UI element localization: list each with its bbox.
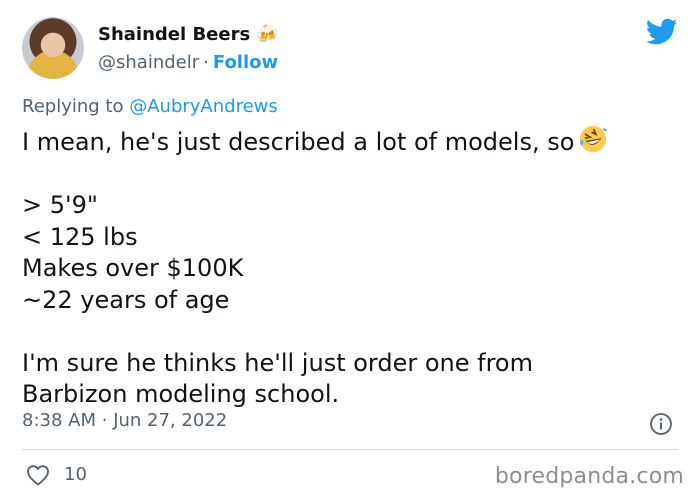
- tweet-time: 8:38 AM: [22, 410, 96, 431]
- twitter-bird-icon[interactable]: [646, 18, 678, 46]
- avatar[interactable]: [22, 17, 84, 79]
- tweet-line: Makes over $100K: [22, 254, 244, 282]
- watermark: boredpanda.com: [494, 464, 684, 489]
- author-name[interactable]: Shaindel Beers: [98, 24, 250, 45]
- tweet-line: ~22 years of age: [22, 285, 230, 314]
- author-handle[interactable]: @shaindelr: [98, 52, 199, 73]
- tweet-line: I'm sure he thinks he'll just order one …: [22, 348, 533, 377]
- tweet-text: I mean, he's just described a lot of mod…: [22, 124, 682, 411]
- tweet-line: [22, 159, 682, 191]
- tweet-line: [22, 316, 682, 348]
- divider: [22, 449, 678, 450]
- tweet-line: I mean, he's just described a lot of mod…: [22, 124, 682, 159]
- like-count: 10: [64, 464, 87, 485]
- rolling-on-floor-laughing-icon: [580, 125, 608, 153]
- tweet-timestamp[interactable]: 8:38 AM · Jun 27, 2022: [22, 410, 227, 431]
- info-icon[interactable]: [649, 412, 673, 436]
- replying-to: Replying to @AubryAndrews: [22, 96, 278, 117]
- heart-icon[interactable]: [26, 464, 50, 486]
- replying-prefix: Replying to: [22, 96, 124, 117]
- author-handle-row: @shaindelr · Follow: [98, 52, 278, 73]
- tweet-line: > 5'9": [22, 191, 98, 219]
- tweet-line-text: I mean, he's just described a lot of mod…: [22, 128, 575, 156]
- handle-separator: ·: [203, 52, 209, 73]
- follow-button[interactable]: Follow: [213, 52, 278, 73]
- reply-mention-link[interactable]: @AubryAndrews: [129, 96, 278, 117]
- tweet-date: Jun 27, 2022: [113, 410, 228, 431]
- tweet-line: Barbizon modeling school.: [22, 380, 340, 408]
- meta-separator: ·: [101, 410, 108, 431]
- beer-mugs-icon: 🍻: [256, 24, 279, 45]
- tweet-line: < 125 lbs: [22, 222, 138, 251]
